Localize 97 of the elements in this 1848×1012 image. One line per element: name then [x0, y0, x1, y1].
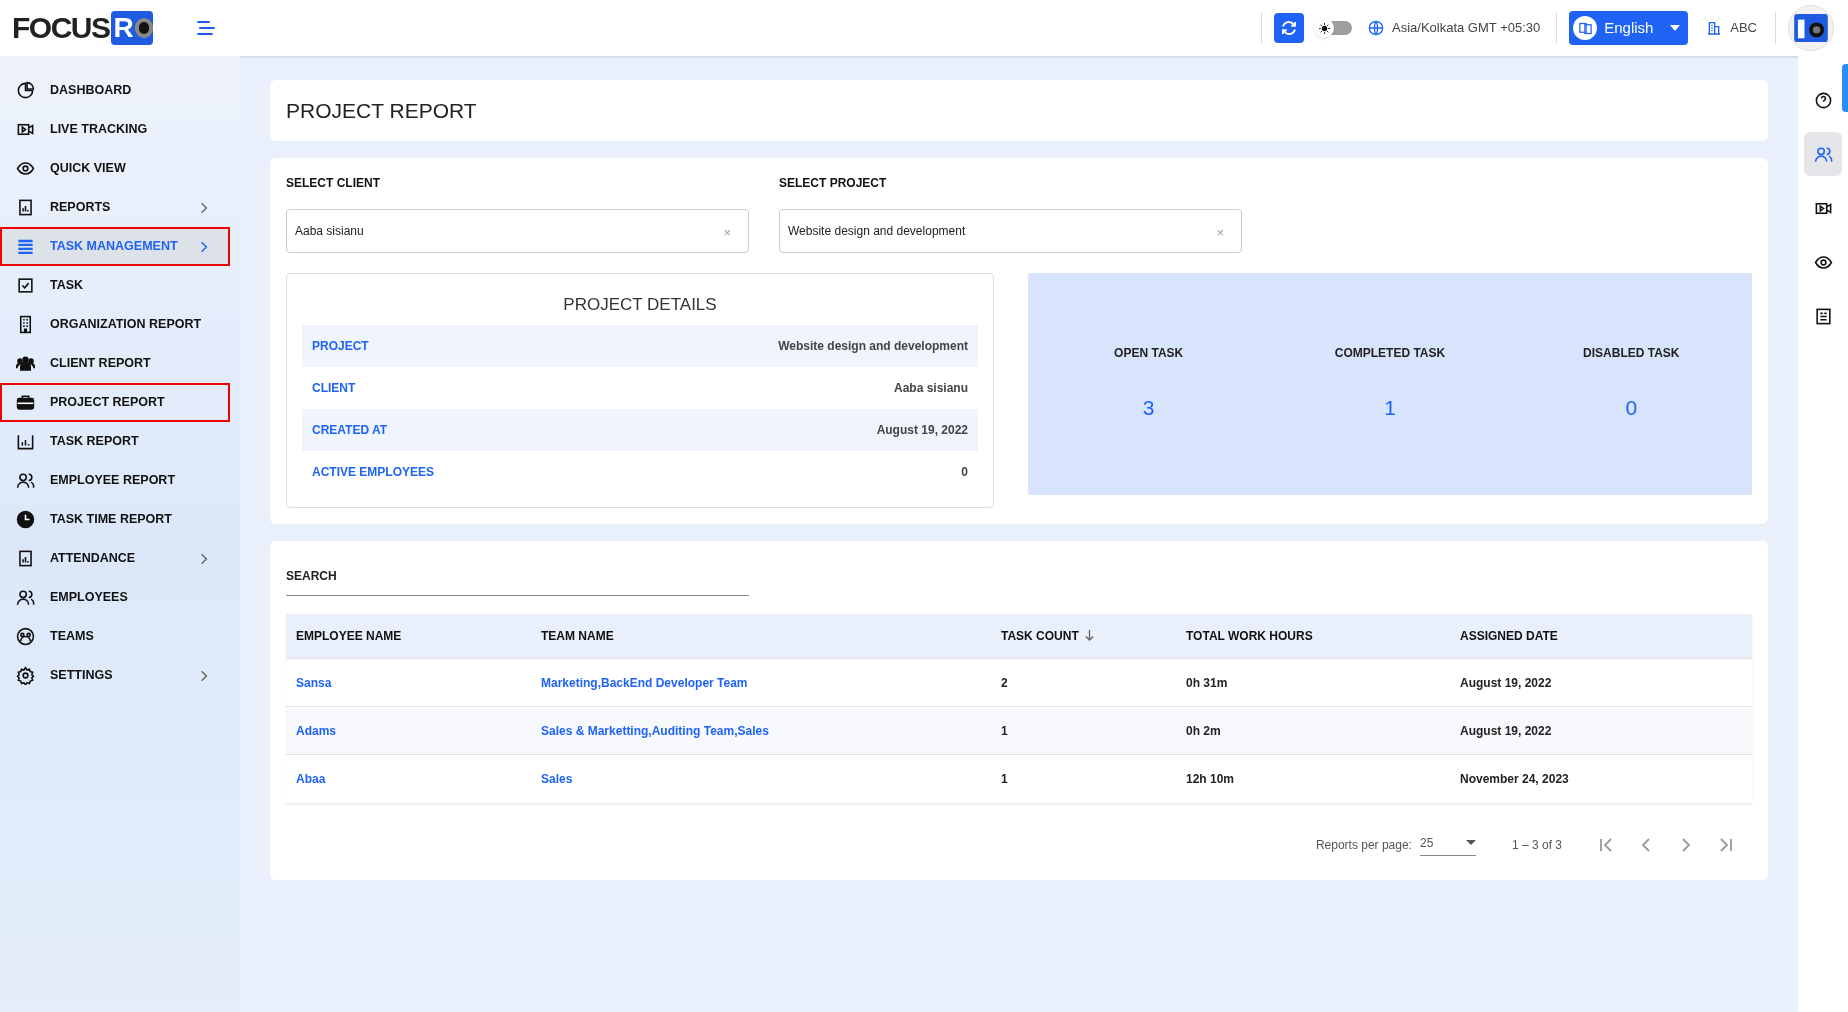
- table-cell: 12h 10m: [1186, 771, 1235, 786]
- team-icon: [16, 627, 35, 646]
- table-cell: August 19, 2022: [1460, 675, 1552, 690]
- table-cell: November 24, 2023: [1460, 771, 1569, 786]
- logo: FOCUSR: [12, 11, 153, 45]
- sun-icon: [1318, 22, 1330, 34]
- caret-icon: [1670, 25, 1681, 31]
- settings-icon: [16, 666, 35, 685]
- column-header[interactable]: TEAM NAME: [541, 626, 614, 645]
- sidebar-item[interactable]: LIVE TRACKING: [0, 110, 230, 149]
- clock-icon: [16, 510, 35, 529]
- select-field[interactable]: Website design and development ×: [779, 209, 1242, 253]
- sidebar-item[interactable]: SETTINGS: [0, 656, 230, 695]
- chevron-right-icon: [200, 201, 208, 214]
- stat-label: OPEN TASK: [1114, 345, 1184, 363]
- column-header[interactable]: ASSIGNED DATE: [1460, 626, 1558, 645]
- stat-value: 0: [1625, 395, 1638, 422]
- stat-value: 1: [1384, 395, 1396, 422]
- avatar[interactable]: [1788, 5, 1834, 51]
- detail-label: CLIENT: [312, 379, 356, 397]
- detail-value: 0: [961, 463, 968, 481]
- table-cell: 0h 2m: [1186, 723, 1221, 738]
- report-icon: [16, 549, 35, 568]
- language-dropdown[interactable]: English: [1569, 11, 1689, 45]
- help-icon: [1813, 90, 1833, 110]
- caret-icon: [1465, 840, 1476, 845]
- globe-icon: [1368, 20, 1384, 36]
- per-page-label: Reports per page:: [1315, 836, 1412, 854]
- column-header[interactable]: EMPLOYEE NAME: [296, 626, 402, 645]
- sidebar-item[interactable]: PROJECT REPORT: [0, 383, 230, 422]
- sidebar-item[interactable]: EMPLOYEES: [0, 578, 230, 617]
- refresh-icon: [1280, 19, 1298, 37]
- table-cell: August 19, 2022: [1460, 723, 1552, 738]
- refresh-button[interactable]: [1274, 13, 1304, 43]
- sort-arrow-icon: [1084, 630, 1094, 642]
- users-button[interactable]: [1804, 132, 1842, 176]
- column-header[interactable]: TASK COUNT: [1001, 626, 1094, 645]
- table-link[interactable]: Marketing,BackEnd Developer Team: [541, 675, 748, 690]
- stat-label: COMPLETED TASK: [1334, 345, 1446, 363]
- table-link[interactable]: Adams: [296, 723, 336, 738]
- detail-label: CREATED AT: [312, 421, 388, 439]
- table-link[interactable]: Sansa: [296, 675, 332, 690]
- group-icon: [16, 354, 35, 373]
- building-icon: [1706, 20, 1723, 36]
- sidebar-item[interactable]: TASK MANAGEMENT: [0, 227, 230, 266]
- select-field[interactable]: Aaba sisianu ×: [286, 209, 749, 253]
- table-cell: 2: [1001, 675, 1008, 690]
- chevron-right-icon: [200, 240, 208, 253]
- chart-pie-icon: [16, 81, 35, 100]
- table-cell: 0h 31m: [1186, 675, 1228, 690]
- sidebar-item[interactable]: REPORTS: [0, 188, 230, 227]
- column-header[interactable]: TOTAL WORK HOURS: [1186, 626, 1313, 645]
- sidebar-item[interactable]: EMPLOYEE REPORT: [0, 461, 230, 500]
- sidebar-item[interactable]: QUICK VIEW: [0, 149, 230, 188]
- sidebar-item[interactable]: TASK: [0, 266, 230, 305]
- sidebar-item[interactable]: DASHBOARD: [0, 71, 230, 110]
- sidebar-item[interactable]: ATTENDANCE: [0, 539, 230, 578]
- document-icon: [1813, 306, 1833, 326]
- stat-label: DISABLED TASK: [1583, 345, 1680, 363]
- chevron-right-icon: [200, 552, 208, 565]
- card-title: PROJECT DETAILS: [562, 294, 718, 316]
- sidebar-item[interactable]: TASK TIME REPORT: [0, 500, 230, 539]
- users-icon: [1813, 144, 1833, 164]
- users-icon: [16, 471, 35, 490]
- briefcase-icon: [16, 393, 35, 412]
- field-label: SELECT CLIENT: [286, 175, 381, 192]
- detail-label: PROJECT: [312, 337, 369, 355]
- stat-value: 3: [1142, 395, 1155, 422]
- translate-icon: [1577, 20, 1593, 36]
- sidebar-item[interactable]: CLIENT REPORT: [0, 344, 230, 383]
- table-link[interactable]: Abaa: [296, 771, 326, 786]
- list-icon: [16, 237, 35, 256]
- page-title: PROJECT REPORT: [286, 97, 477, 124]
- sidebar-item[interactable]: ORGANIZATION REPORT: [0, 305, 230, 344]
- table-link[interactable]: Sales & Marketting,Auditing Team,Sales: [541, 723, 769, 738]
- detail-value: August 19, 2022: [876, 421, 968, 439]
- table-cell: 1: [1001, 723, 1008, 738]
- page-range: 1 – 3 of 3: [1511, 836, 1562, 854]
- chevron-right-icon: [200, 669, 208, 682]
- users-icon: [16, 588, 35, 607]
- sidebar-item[interactable]: TASK REPORT: [0, 422, 230, 461]
- detail-label: ACTIVE EMPLOYEES: [312, 463, 435, 481]
- table-cell: 1: [1001, 771, 1008, 786]
- timezone-label: Asia/Kolkata GMT +05:30: [1392, 19, 1541, 38]
- search-field[interactable]: SEARCH: [286, 566, 749, 596]
- per-page-select[interactable]: 25: [1419, 833, 1476, 856]
- report-icon: [16, 198, 35, 217]
- chart-icon: [16, 432, 35, 451]
- eye-icon: [16, 159, 35, 178]
- detail-value: Website design and development: [778, 337, 968, 355]
- company-name: ABC: [1730, 19, 1757, 38]
- field-label: SELECT PROJECT: [779, 175, 888, 192]
- sidebar-item[interactable]: TEAMS: [0, 617, 230, 656]
- detail-value: Aaba sisianu: [893, 379, 968, 397]
- theme-toggle[interactable]: [1316, 21, 1352, 35]
- checkbox-icon: [16, 276, 35, 295]
- table-link[interactable]: Sales: [541, 771, 573, 786]
